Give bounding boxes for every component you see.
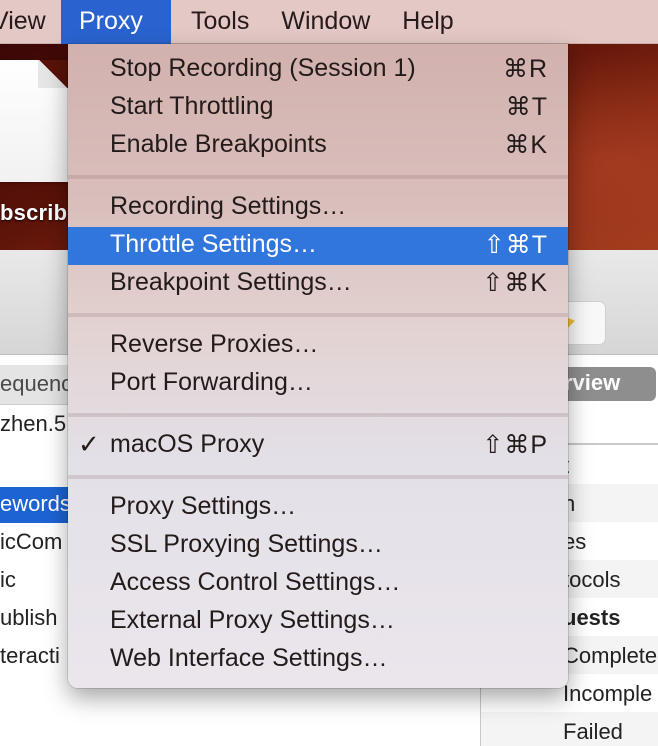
list-item[interactable]	[0, 443, 75, 487]
list-item[interactable]: ublish	[0, 599, 75, 637]
sequence-column-header[interactable]: equenc	[0, 365, 75, 405]
menu-help[interactable]: Help	[386, 0, 469, 44]
menu-item-ssl-proxying-settings[interactable]: SSL Proxying Settings…	[68, 527, 568, 565]
menu-separator	[68, 465, 568, 489]
menu-item-throttle-settings[interactable]: Throttle Settings… ⇧⌘T	[68, 227, 568, 265]
menu-item-label: Recording Settings…	[110, 192, 347, 220]
menu-item-label: Throttle Settings…	[110, 230, 318, 258]
menu-separator	[68, 303, 568, 327]
shortcut-label: ⌘K	[504, 131, 548, 159]
proxy-dropdown-menu: Stop Recording (Session 1) ⌘R Start Thro…	[68, 44, 568, 688]
menu-item-enable-breakpoints[interactable]: Enable Breakpoints ⌘K	[68, 127, 568, 165]
shortcut-label: ⇧⌘T	[483, 231, 548, 259]
overview-row: Failed	[481, 712, 658, 746]
menu-item-label: External Proxy Settings…	[110, 606, 395, 634]
list-item[interactable]: ic	[0, 561, 75, 599]
list-item[interactable]: teracti	[0, 637, 75, 675]
menu-item-label: Breakpoint Settings…	[110, 268, 352, 296]
menu-tools[interactable]: Tools	[175, 0, 265, 44]
menu-item-label: macOS Proxy	[110, 430, 265, 458]
request-list: zhen.5 ewords icCom ic ublish teracti	[0, 405, 75, 675]
shortcut-label: ⌘R	[502, 55, 548, 83]
menu-item-label: SSL Proxying Settings…	[110, 530, 383, 558]
menu-item-access-control-settings[interactable]: Access Control Settings…	[68, 565, 568, 603]
document-file-icon[interactable]	[0, 60, 68, 182]
checkmark-icon: ✓	[78, 429, 100, 459]
shortcut-label: ⌘T	[505, 93, 548, 121]
menu-item-label: Start Throttling	[110, 92, 274, 120]
menu-item-external-proxy-settings[interactable]: External Proxy Settings…	[68, 603, 568, 641]
menu-item-breakpoint-settings[interactable]: Breakpoint Settings… ⇧⌘K	[68, 265, 568, 303]
menu-item-recording-settings[interactable]: Recording Settings…	[68, 189, 568, 227]
menu-item-start-throttling[interactable]: Start Throttling ⌘T	[68, 89, 568, 127]
menu-item-label: Port Forwarding…	[110, 368, 313, 396]
menu-item-web-interface-settings[interactable]: Web Interface Settings…	[68, 641, 568, 679]
menu-item-label: Stop Recording (Session 1)	[110, 54, 416, 82]
list-item[interactable]: icCom	[0, 523, 75, 561]
menu-item-label: Reverse Proxies…	[110, 330, 319, 358]
shortcut-label: ⇧⌘P	[482, 431, 548, 459]
menu-item-macos-proxy[interactable]: ✓ macOS Proxy ⇧⌘P	[68, 427, 568, 465]
menu-item-label: Web Interface Settings…	[110, 644, 388, 672]
menu-item-port-forwarding[interactable]: Port Forwarding…	[68, 365, 568, 403]
menu-separator	[68, 403, 568, 427]
menu-item-reverse-proxies[interactable]: Reverse Proxies…	[68, 327, 568, 365]
menu-proxy[interactable]: Proxy	[61, 0, 171, 44]
menu-window[interactable]: Window	[265, 0, 386, 44]
menu-view[interactable]: View	[0, 0, 61, 44]
desktop-file-label[interactable]: bscrib	[0, 200, 67, 226]
menu-bar: View Proxy Tools Window Help	[0, 0, 658, 44]
menu-item-proxy-settings[interactable]: Proxy Settings…	[68, 489, 568, 527]
menu-item-label: Access Control Settings…	[110, 568, 401, 596]
menu-item-label: Proxy Settings…	[110, 492, 297, 520]
list-item-selected[interactable]: ewords	[0, 487, 75, 523]
menu-separator	[68, 165, 568, 189]
menu-item-stop-recording[interactable]: Stop Recording (Session 1) ⌘R	[68, 51, 568, 89]
menu-item-label: Enable Breakpoints	[110, 130, 327, 158]
shortcut-label: ⇧⌘K	[482, 269, 548, 297]
list-item[interactable]: zhen.5	[0, 405, 75, 443]
